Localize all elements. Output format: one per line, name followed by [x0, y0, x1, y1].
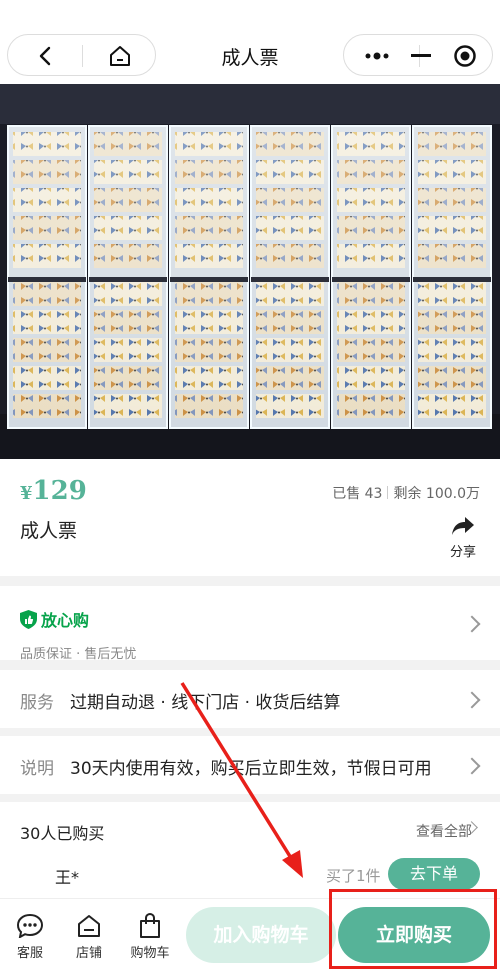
- customer-service-label: 客服: [16, 946, 43, 961]
- chevron-right-icon: [463, 691, 481, 709]
- minimize-icon: [411, 54, 431, 57]
- back-button[interactable]: [8, 35, 82, 77]
- stock-info: 已售 43 剩余 100.0万: [332, 483, 480, 503]
- more-button[interactable]: [352, 35, 402, 77]
- store-button[interactable]: 店铺: [61, 913, 117, 961]
- store-label: 店铺: [75, 946, 102, 961]
- shopping-cart-label: 购物车: [130, 946, 170, 961]
- status-strip: [0, 0, 500, 14]
- share-label: 分享: [449, 545, 476, 560]
- shield-thumb-icon: [20, 609, 37, 629]
- go-order-button[interactable]: 去下单: [388, 858, 480, 890]
- guarantee-title: 放心购: [20, 607, 89, 631]
- highlight-box: [329, 889, 497, 969]
- service-row[interactable]: 服务 过期自动退 · 线下门店 · 收货后结算: [0, 670, 500, 728]
- chevron-right-icon: [463, 757, 481, 775]
- service-label: 服务: [20, 693, 54, 713]
- price-card: ¥129 已售 43 剩余 100.0万 成人票 分享: [0, 459, 500, 576]
- nav-left-capsule: [7, 34, 156, 76]
- more-dots-icon: [365, 52, 389, 60]
- note-label: 说明: [20, 759, 54, 779]
- minimize-button[interactable]: [396, 35, 446, 77]
- close-miniprogram-button[interactable]: [440, 35, 490, 77]
- product-image[interactable]: [0, 84, 500, 459]
- buyers-title: 30人已购买: [20, 824, 105, 843]
- buyers-card: 30人已购买 查看全部 王* 买了1件 去下单: [0, 802, 500, 898]
- buyer-quantity: 买了1件: [326, 867, 381, 885]
- shopping-cart-button[interactable]: 购物车: [122, 913, 178, 961]
- nav-bar: 成人票: [0, 14, 500, 84]
- page-title: 成人票: [221, 47, 279, 69]
- product-name: 成人票: [20, 520, 78, 542]
- guarantee-row[interactable]: 放心购 品质保证 · 售后无忧: [0, 586, 500, 662]
- view-all-link[interactable]: 查看全部: [416, 821, 472, 841]
- back-arrow-icon: [39, 46, 51, 66]
- add-to-cart-button[interactable]: 加入购物车: [186, 907, 336, 963]
- price-value: 129: [32, 476, 87, 506]
- currency-symbol: ¥: [20, 483, 33, 504]
- buyer-name: 王*: [55, 868, 80, 887]
- home-button[interactable]: [83, 35, 157, 77]
- note-row[interactable]: 说明 30天内使用有效，购买后立即生效，节假日可用: [0, 736, 500, 794]
- share-icon: [452, 517, 474, 535]
- share-button[interactable]: 分享: [446, 515, 480, 560]
- customer-service-button[interactable]: 客服: [2, 913, 58, 961]
- note-text: 30天内使用有效，购买后立即生效，节假日可用: [70, 759, 432, 779]
- home-icon: [110, 46, 130, 66]
- butterfly-display-illustration: [0, 84, 500, 459]
- price: ¥129: [20, 476, 87, 506]
- service-text: 过期自动退 · 线下门店 · 收货后结算: [70, 693, 341, 713]
- divider: [387, 486, 389, 499]
- sold-count: 已售 43: [332, 486, 383, 502]
- target-circle-icon: [454, 45, 476, 67]
- store-icon: [78, 915, 100, 937]
- guarantee-title-text: 放心购: [41, 611, 90, 630]
- chat-bubble-icon: [17, 914, 43, 938]
- remaining-count: 剩余 100.0万: [393, 486, 480, 502]
- guarantee-tags: 品质保证 · 售后无忧: [20, 647, 137, 662]
- shopping-bag-icon: [140, 913, 160, 938]
- nav-right-capsule: [343, 34, 493, 76]
- chevron-right-icon: [463, 615, 481, 633]
